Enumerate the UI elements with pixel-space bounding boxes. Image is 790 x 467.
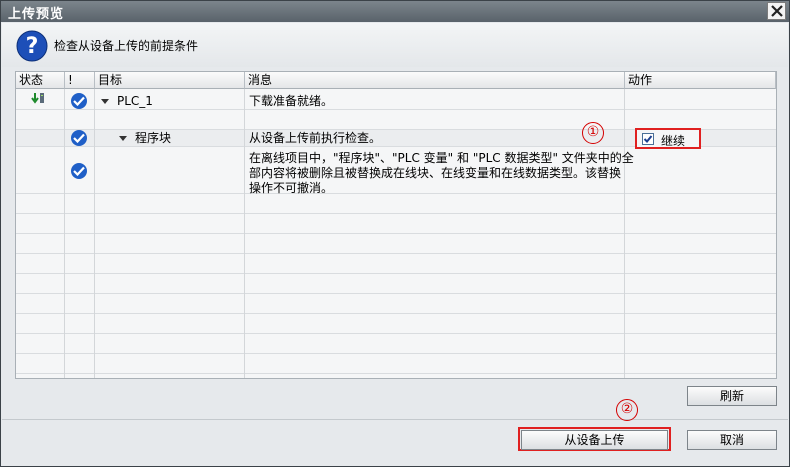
message-warning-line-2: 部内容将被删除且被替换成在线块、在线变量和在线数据类型。该替换	[249, 166, 622, 180]
svg-text:?: ?	[26, 34, 39, 59]
column-header-alert[interactable]: !	[65, 72, 95, 89]
upload-preview-dialog: 上传预览 ? 检查从设备上传的前提条件 状态 ! 目标 消息 动作 PLC_1 …	[0, 0, 790, 467]
continue-label[interactable]: 继续	[661, 132, 685, 149]
header-area: ? 检查从设备上传的前提条件	[2, 23, 788, 67]
column-header-action[interactable]: 动作	[625, 72, 776, 89]
upload-from-device-button[interactable]: 从设备上传	[521, 430, 668, 450]
header-text: 检查从设备上传的前提条件	[54, 39, 199, 53]
target-program-blocks[interactable]: 程序块	[135, 131, 171, 146]
annotation-marker-one: ①	[582, 122, 604, 144]
message-warning-line-1: 在离线项目中，"程序块"、"PLC 变量" 和 "PLC 数据类型" 文件夹中的…	[249, 151, 634, 165]
target-plc[interactable]: PLC_1	[117, 94, 153, 109]
column-header-message[interactable]: 消息	[245, 72, 625, 89]
annotation-marker-two: ②	[616, 399, 638, 421]
question-icon: ?	[16, 30, 48, 62]
continue-action[interactable]: 继续	[635, 128, 701, 149]
window-title: 上传预览	[8, 7, 65, 22]
column-header-target[interactable]: 目标	[95, 72, 245, 89]
close-button[interactable]	[767, 2, 786, 20]
precondition-grid: 状态 ! 目标 消息 动作 PLC_1 下载准备就绪。 程序块 从设备上传前执行…	[15, 71, 777, 379]
check-circle-icon	[71, 163, 87, 179]
message-check: 从设备上传前执行检查。	[249, 131, 382, 145]
expand-arrow-icon[interactable]	[101, 99, 109, 104]
expand-arrow-icon[interactable]	[119, 136, 127, 141]
column-header-status[interactable]: 状态	[16, 72, 65, 89]
download-arrow-icon	[31, 93, 44, 104]
cancel-button[interactable]: 取消	[687, 430, 777, 450]
close-icon	[771, 5, 783, 17]
message-ready: 下载准备就绪。	[249, 94, 334, 108]
title-bar: 上传预览	[1, 1, 789, 22]
footer-divider	[2, 419, 788, 420]
check-circle-icon	[71, 93, 87, 109]
refresh-button[interactable]: 刷新	[687, 386, 777, 406]
checkmark-icon	[643, 135, 653, 143]
check-circle-icon	[71, 130, 87, 146]
message-warning-line-3: 操作不可撤消。	[249, 181, 334, 195]
continue-checkbox[interactable]	[642, 133, 654, 145]
